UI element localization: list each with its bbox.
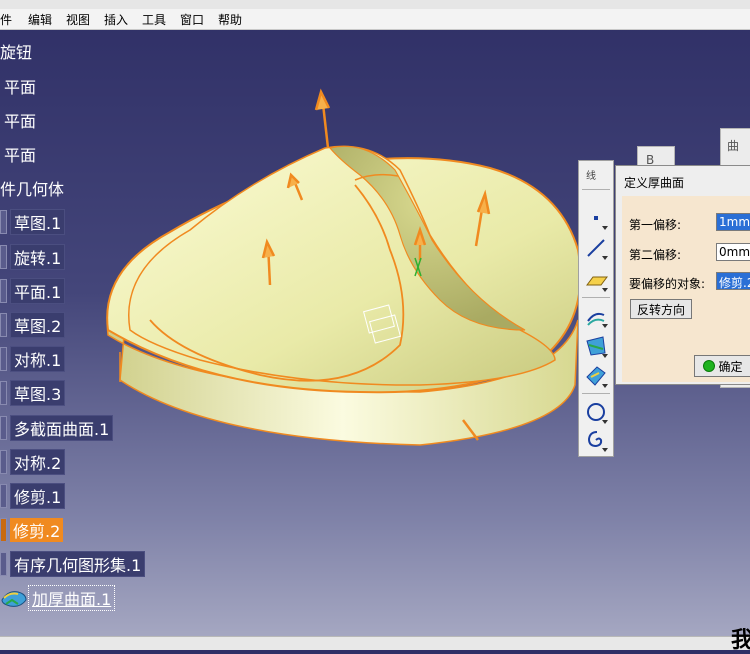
- first-offset-label: 第一偏移:: [629, 218, 682, 232]
- second-offset-input[interactable]: 0mm: [716, 243, 750, 261]
- spiral-icon[interactable]: [583, 427, 609, 453]
- trim-icon: [0, 484, 7, 508]
- ok-button-label: 确定: [718, 359, 743, 374]
- symmetry-icon: [0, 450, 7, 474]
- tree-item-symmetry-1[interactable]: 对称.1: [0, 346, 66, 372]
- panel-letter-qu: 曲: [727, 139, 740, 153]
- tree-item-trim-2[interactable]: 修剪.2: [0, 518, 64, 542]
- fill-surface-icon[interactable]: [583, 363, 609, 389]
- reverse-direction-button[interactable]: 反转方向: [630, 299, 692, 319]
- tree-item-sketch-1[interactable]: 草图.1: [0, 209, 66, 235]
- tree-item-label: 草图.2: [10, 312, 66, 338]
- sketch-icon: [0, 381, 7, 405]
- tree-item-label: 草图.1: [10, 209, 66, 235]
- tree-item-label: 多截面曲面.1: [10, 415, 114, 441]
- object-to-offset-label: 要偏移的对象:: [629, 277, 706, 291]
- sweep-surface-icon[interactable]: [583, 333, 609, 359]
- tree-item-label: 加厚曲面.1: [28, 585, 116, 611]
- circle-icon[interactable]: [583, 399, 609, 425]
- toolbar-separator: [582, 189, 610, 190]
- tree-item-label: 修剪.2: [10, 518, 64, 542]
- tree-item-label: 旋钮: [0, 43, 33, 62]
- toolbar-title: 线: [586, 171, 596, 182]
- tree-item-label: 平面: [4, 112, 37, 131]
- ok-button[interactable]: 确定: [694, 355, 750, 377]
- status-bar: [0, 636, 750, 650]
- extrude-surface-icon[interactable]: [583, 303, 609, 329]
- point-icon[interactable]: [583, 205, 609, 231]
- menu-help[interactable]: 帮助: [218, 11, 242, 28]
- toolbar-separator: [582, 297, 610, 298]
- thick-surface-icon: [1, 591, 27, 607]
- tree-item-revolve-1[interactable]: 旋转.1: [0, 244, 66, 270]
- toolbar-separator: [582, 393, 610, 394]
- tree-item-root[interactable]: 旋钮: [0, 39, 35, 63]
- tree-item-multi-section-surface-1[interactable]: 多截面曲面.1: [0, 415, 114, 441]
- plane-icon[interactable]: [583, 267, 609, 293]
- symmetry-icon: [0, 347, 7, 371]
- trim-icon: [0, 518, 7, 542]
- dialog-body: 第一偏移: 1mm 第二偏移: 0mm 要偏移的对象: 修剪.2 反转方向 确定: [622, 196, 750, 382]
- specification-tree: 旋钮 平面 平面 平面 件几何体 草图.1 旋转.1 平面.1 草图.2 对称.…: [0, 0, 200, 649]
- revolve-icon: [0, 245, 7, 269]
- corner-watermark-text: 我: [731, 628, 750, 653]
- tree-item-label: 旋转.1: [10, 244, 66, 270]
- wireframe-toolbar: 线: [578, 160, 614, 457]
- tree-item-sketch-2[interactable]: 草图.2: [0, 312, 66, 338]
- tree-item-label: 草图.3: [10, 380, 66, 406]
- multi-section-icon: [0, 416, 7, 440]
- geometric-set-icon: [0, 552, 7, 576]
- tree-item-label: 平面: [4, 78, 37, 97]
- tree-item-label: 平面: [4, 146, 37, 165]
- tree-item-symmetry-2[interactable]: 对称.2: [0, 449, 66, 475]
- object-to-offset-field[interactable]: 修剪.2: [716, 272, 750, 290]
- tree-item-part-body[interactable]: 件几何体: [0, 176, 67, 200]
- dialog-title: 定义厚曲面: [624, 176, 685, 190]
- tree-item-sketch-3[interactable]: 草图.3: [0, 380, 66, 406]
- tree-item-plane-xy[interactable]: 平面: [0, 74, 39, 98]
- tree-item-ordered-geometric-set-1[interactable]: 有序几何图形集.1: [0, 551, 146, 577]
- tree-item-plane-zx[interactable]: 平面: [0, 142, 39, 166]
- tree-item-label: 件几何体: [0, 180, 65, 199]
- tree-item-label: 平面.1: [10, 278, 66, 304]
- first-offset-input[interactable]: 1mm: [716, 213, 750, 231]
- plane-icon: [0, 279, 7, 303]
- sketch-icon: [0, 313, 7, 337]
- second-offset-label: 第二偏移:: [629, 248, 682, 262]
- line-icon[interactable]: [583, 235, 609, 261]
- sketch-icon: [0, 210, 7, 234]
- tree-item-trim-1[interactable]: 修剪.1: [0, 483, 66, 509]
- tree-item-thick-surface-1[interactable]: 加厚曲面.1: [0, 585, 116, 611]
- tree-item-label: 对称.1: [10, 346, 66, 372]
- tree-item-label: 修剪.1: [10, 483, 66, 509]
- ok-icon: [703, 360, 716, 372]
- tree-item-plane-yz[interactable]: 平面: [0, 108, 39, 132]
- tree-item-label: 对称.2: [10, 449, 66, 475]
- tree-item-label: 有序几何图形集.1: [10, 551, 146, 577]
- thick-surface-dialog: 定义厚曲面 第一偏移: 1mm 第二偏移: 0mm 要偏移的对象: 修剪.2 反…: [615, 165, 750, 385]
- tree-item-plane-1[interactable]: 平面.1: [0, 278, 66, 304]
